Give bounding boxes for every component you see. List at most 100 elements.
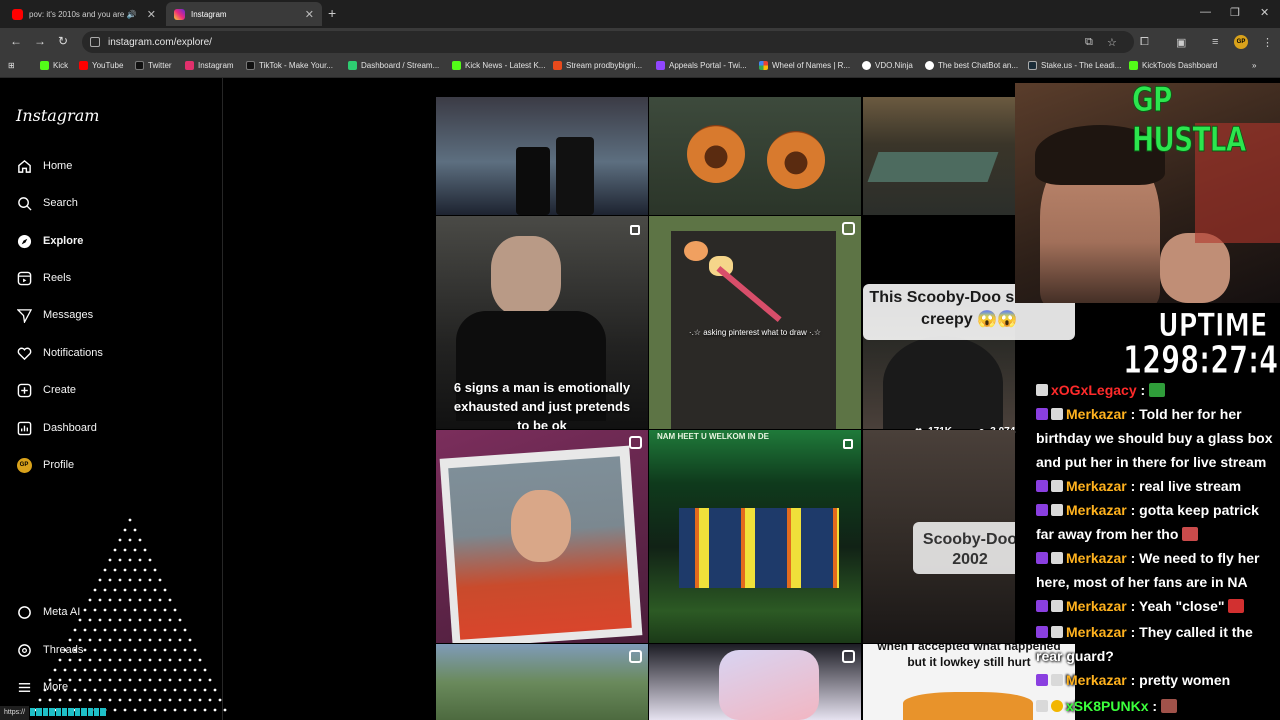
pattern-dot bbox=[83, 668, 87, 672]
nav-notifications[interactable]: Notifications bbox=[16, 345, 103, 361]
explore-post[interactable] bbox=[436, 430, 648, 643]
pattern-dot bbox=[183, 628, 187, 632]
pattern-dot bbox=[178, 638, 182, 642]
bookmark-instagram[interactable]: Instagram bbox=[185, 61, 234, 70]
pattern-dot bbox=[143, 668, 147, 672]
tab-instagram[interactable]: Instagram ✕ bbox=[166, 2, 322, 26]
bookmark-star-icon[interactable]: ☆ bbox=[1107, 36, 1117, 49]
new-tab-icon[interactable]: + bbox=[328, 5, 336, 21]
nav-meta-ai[interactable]: Meta AI bbox=[16, 604, 80, 620]
sound-chip bbox=[49, 708, 55, 716]
explore-post[interactable] bbox=[863, 97, 1015, 215]
pattern-dot bbox=[78, 658, 82, 662]
install-app-icon[interactable]: ⧉ bbox=[1085, 36, 1093, 49]
nav-label: Explore bbox=[43, 235, 84, 247]
bookmark-tiktok[interactable]: TikTok - Make Your... bbox=[246, 61, 333, 70]
pattern-dot bbox=[148, 558, 152, 562]
chat-username: Merkazar bbox=[1066, 550, 1127, 566]
media-controls-icon[interactable]: ≡ bbox=[1212, 36, 1218, 48]
pattern-dot bbox=[128, 618, 132, 622]
pattern-dot bbox=[53, 668, 57, 672]
tab-title: pov: it's 2010s and you are bbox=[29, 9, 125, 19]
browser-profile-avatar[interactable]: GP bbox=[1234, 35, 1248, 49]
speaker-icon[interactable]: 🔊 bbox=[127, 10, 137, 19]
moderator-badge-icon bbox=[1036, 384, 1048, 396]
bookmark-stream[interactable]: Stream prodbybigni... bbox=[553, 61, 642, 70]
bookmark-kick-news[interactable]: Kick News - Latest K... bbox=[452, 61, 545, 70]
explore-post[interactable]: NAM HEET U WELKOM IN DE bbox=[649, 430, 861, 643]
nav-reels[interactable]: Reels bbox=[16, 270, 71, 286]
post-caption: Scooby-Doo 2002 bbox=[922, 531, 1015, 568]
chat-message: Merkazar : pretty women bbox=[1036, 668, 1276, 692]
url-input[interactable]: instagram.com/explore/ bbox=[82, 31, 1134, 53]
pattern-dot bbox=[143, 608, 147, 612]
menu-icon bbox=[16, 679, 32, 695]
pattern-dot bbox=[93, 628, 97, 632]
close-window-icon[interactable]: ✕ bbox=[1260, 6, 1269, 19]
pattern-dot bbox=[128, 678, 132, 682]
post-image-hair bbox=[883, 336, 1003, 429]
bookmark-dashboard[interactable]: Dashboard / Stream... bbox=[348, 61, 439, 70]
bookmark-label: Kick bbox=[53, 61, 69, 70]
bookmarks-overflow-icon[interactable]: » bbox=[1252, 61, 1256, 70]
nav-threads[interactable]: Threads bbox=[16, 642, 83, 658]
stream-icon bbox=[553, 61, 562, 70]
bookmark-twitter[interactable]: Twitter bbox=[135, 61, 172, 70]
nav-create[interactable]: Create bbox=[16, 382, 76, 398]
close-tab-icon[interactable]: ✕ bbox=[305, 8, 314, 21]
bookmark-kicktools[interactable]: KickTools Dashboard bbox=[1129, 61, 1217, 70]
pattern-dot bbox=[153, 608, 157, 612]
explore-post[interactable] bbox=[436, 644, 648, 720]
site-info-icon[interactable] bbox=[90, 37, 100, 47]
pattern-dot bbox=[158, 638, 162, 642]
pattern-dot bbox=[203, 668, 207, 672]
explore-post[interactable]: 6 signs a man is emotionally exhausted a… bbox=[436, 216, 648, 429]
pattern-dot bbox=[103, 568, 107, 572]
minimize-icon[interactable]: — bbox=[1200, 6, 1211, 18]
explore-post[interactable] bbox=[649, 644, 861, 720]
nav-home[interactable]: Home bbox=[16, 158, 72, 174]
chat-message: Merkazar : Told her for her birthday we … bbox=[1036, 406, 1273, 470]
nav-more[interactable]: More bbox=[16, 679, 68, 695]
bookmark-label: Dashboard / Stream... bbox=[361, 61, 440, 70]
explore-post[interactable] bbox=[649, 97, 861, 215]
bookmark-chatbot[interactable]: The best ChatBot an... bbox=[925, 61, 1018, 70]
reload-icon[interactable]: ↻ bbox=[58, 34, 68, 48]
nav-explore[interactable]: Explore bbox=[16, 233, 83, 249]
apps-grid-icon[interactable]: ⊞ bbox=[8, 61, 15, 70]
nav-dashboard[interactable]: Dashboard bbox=[16, 420, 97, 436]
forward-icon[interactable]: → bbox=[34, 34, 46, 48]
bookmark-kick[interactable]: Kick bbox=[40, 61, 68, 70]
sidepanel-icon[interactable]: ▣ bbox=[1176, 36, 1186, 49]
pattern-dot bbox=[213, 708, 217, 712]
explore-post[interactable] bbox=[436, 97, 648, 215]
kebab-menu-icon[interactable]: ⋮ bbox=[1262, 36, 1273, 49]
bookmark-stake[interactable]: Stake.us - The Leadi... bbox=[1028, 61, 1121, 70]
bookmark-label: VDO.Ninja bbox=[875, 61, 913, 70]
compass-icon bbox=[16, 233, 32, 249]
subscriber-badge-icon bbox=[1036, 626, 1048, 638]
bookmark-youtube[interactable]: YouTube bbox=[79, 61, 123, 70]
pattern-dot bbox=[138, 618, 142, 622]
bookmark-appeals[interactable]: Appeals Portal - Twi... bbox=[656, 61, 747, 70]
pattern-dot bbox=[138, 638, 142, 642]
nav-messages[interactable]: Messages bbox=[16, 307, 93, 323]
nav-search[interactable]: Search bbox=[16, 195, 78, 211]
pattern-dot bbox=[73, 668, 77, 672]
pattern-dot bbox=[163, 648, 167, 652]
maximize-icon[interactable]: ❐ bbox=[1230, 6, 1240, 19]
close-tab-icon[interactable]: ✕ bbox=[147, 8, 156, 21]
bookmark-vdo-ninja[interactable]: VDO.Ninja bbox=[862, 61, 913, 70]
explore-post[interactable]: ·.☆ asking pinterest what to draw ·.☆ bbox=[649, 216, 861, 429]
nav-profile[interactable]: GP Profile bbox=[16, 457, 74, 473]
instagram-logo[interactable]: Instagram bbox=[16, 106, 99, 125]
pattern-dot bbox=[173, 708, 177, 712]
bookmark-wheel[interactable]: Wheel of Names | R... bbox=[759, 61, 850, 70]
extensions-icon[interactable]: ⧠ bbox=[1140, 36, 1149, 49]
explore-post[interactable]: Scooby-Doo 2002 bbox=[863, 430, 1015, 643]
tab-youtube[interactable]: pov: it's 2010s and you are 🔊 ✕ bbox=[4, 2, 164, 26]
pattern-dot bbox=[133, 628, 137, 632]
pattern-dot bbox=[88, 618, 92, 622]
back-icon[interactable]: ← bbox=[10, 34, 22, 48]
pattern-dot bbox=[73, 688, 77, 692]
